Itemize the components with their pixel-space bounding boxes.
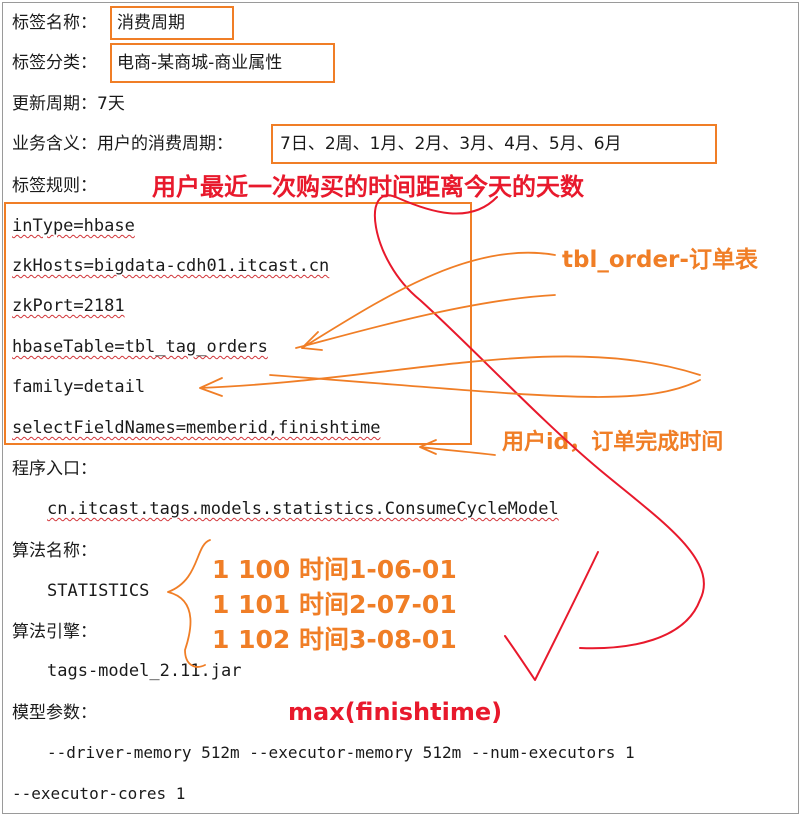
algo-name-value: STATISTICS bbox=[47, 581, 150, 601]
rule-line: zkPort=2181 bbox=[12, 296, 125, 316]
tag-category-value: 电商-某商城-商业属性 bbox=[117, 53, 283, 73]
sample-row: 1 100 时间1-06-01 bbox=[212, 555, 457, 584]
sample-row: 1 101 时间2-07-01 bbox=[212, 590, 457, 619]
tag-rules-label: 标签规则： bbox=[12, 176, 97, 196]
order-table-annotation: tbl_order-订单表 bbox=[562, 247, 758, 273]
business-meaning-prefix: 用户的消费周期： bbox=[97, 134, 233, 154]
algo-engine-value: tags-model_2.11.jar bbox=[47, 661, 242, 681]
algo-engine-row: 算法引擎： bbox=[12, 621, 97, 643]
rule-line: selectFieldNames=memberid,finishtime bbox=[12, 418, 381, 438]
business-meaning-label: 业务含义： bbox=[12, 134, 97, 154]
rule-line: hbaseTable=tbl_tag_orders bbox=[12, 337, 268, 357]
algo-name-label: 算法名称： bbox=[12, 541, 97, 561]
max-annotation: max(finishtime) bbox=[288, 698, 503, 726]
update-cycle-value: 7天 bbox=[97, 94, 125, 114]
model-params-label: 模型参数： bbox=[12, 703, 97, 723]
tag-name-label: 标签名称： bbox=[12, 13, 97, 33]
tag-category-label: 标签分类： bbox=[12, 53, 97, 73]
algo-name-row: 算法名称： bbox=[12, 540, 97, 562]
tag-rules-box bbox=[4, 202, 472, 445]
rule-line: inType=hbase bbox=[12, 216, 135, 236]
entry-value: cn.itcast.tags.models.statistics.Consume… bbox=[47, 499, 559, 519]
fields-annotation: 用户id，订单完成时间 bbox=[502, 430, 724, 455]
model-params-line2: --executor-cores 1 bbox=[12, 784, 186, 803]
entry-row: 程序入口： bbox=[12, 458, 97, 480]
sample-row: 1 102 时间3-08-01 bbox=[212, 625, 457, 654]
tag-category-row: 标签分类： bbox=[12, 52, 97, 74]
update-cycle-label: 更新周期： bbox=[12, 94, 97, 114]
business-meaning-values: 7日、2周、1月、2月、3月、4月、5月、6月 bbox=[280, 134, 622, 154]
rule-line: family=detail bbox=[12, 377, 146, 397]
entry-label: 程序入口： bbox=[12, 459, 97, 479]
business-meaning-row: 业务含义：用户的消费周期： bbox=[12, 133, 233, 155]
model-params-row: 模型参数： bbox=[12, 702, 97, 724]
tag-name-value: 消费周期 bbox=[117, 13, 185, 33]
update-cycle-row: 更新周期：7天 bbox=[12, 93, 125, 115]
algo-engine-label: 算法引擎： bbox=[12, 622, 97, 642]
recent-days-annotation: 用户最近一次购买的时间距离今天的天数 bbox=[152, 173, 584, 201]
tag-name-row: 标签名称： bbox=[12, 12, 97, 34]
rule-line: zkHosts=bigdata-cdh01.itcast.cn bbox=[12, 256, 330, 276]
model-params-line1: --driver-memory 512m --executor-memory 5… bbox=[47, 743, 635, 762]
tag-rules-row: 标签规则： bbox=[12, 175, 97, 197]
